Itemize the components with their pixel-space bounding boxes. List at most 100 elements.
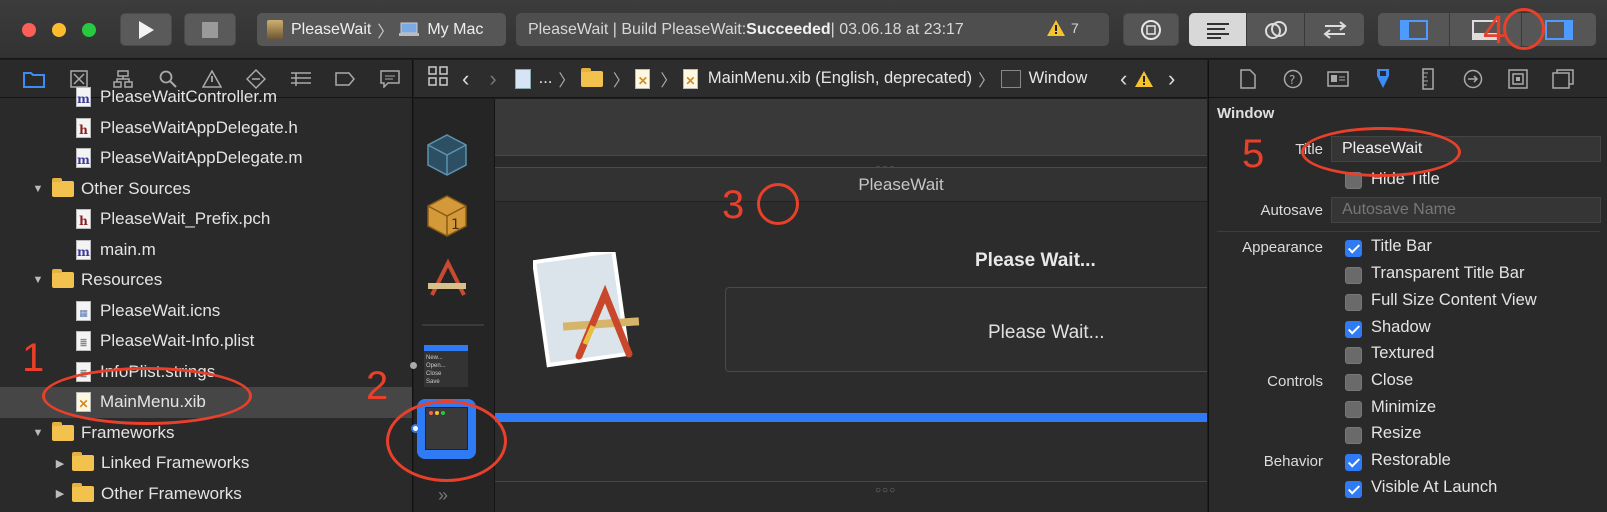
autosave-field[interactable]: Autosave Name — [1331, 197, 1601, 223]
tree-item-pleasewaitcontroller[interactable]: m PleaseWaitController.m — [0, 82, 412, 113]
folder-icon — [72, 482, 94, 502]
disclosure-closed-icon[interactable]: ▶ — [54, 488, 66, 500]
behavior-label: Behavior — [1263, 453, 1323, 470]
full-size-content-view-checkbox[interactable] — [1345, 294, 1362, 311]
minimize-label: Minimize — [1371, 398, 1437, 416]
version-editor-button[interactable] — [1305, 13, 1364, 46]
xib-file-icon: ✕ — [682, 68, 698, 89]
project-navigator: m PleaseWaitController.m h PleaseWaitAppDe… — [0, 60, 413, 512]
minimize-window-button[interactable] — [52, 23, 66, 37]
resize-grip-icon[interactable]: ○○○ — [875, 485, 896, 496]
xib-file-icon[interactable]: ✕ — [635, 68, 651, 89]
textured-checkbox[interactable] — [1345, 347, 1362, 364]
tree-item-appdelegate-h[interactable]: h PleaseWaitAppDelegate.h — [0, 113, 412, 144]
close-window-button[interactable] — [22, 23, 36, 37]
zoom-window-button[interactable] — [82, 23, 96, 37]
disclosure-open-icon[interactable]: ▼ — [32, 274, 44, 286]
icns-file-icon: ▦ — [76, 300, 91, 321]
issue-warning-icon[interactable] — [1134, 70, 1154, 93]
menu-preview-item: New... — [426, 355, 443, 361]
size-inspector-tab[interactable] — [1405, 60, 1450, 98]
document-icon — [1239, 68, 1256, 89]
jumpbar-file[interactable]: MainMenu.xib (English, deprecated) — [708, 69, 972, 88]
window-title: PleaseWait — [858, 174, 944, 194]
disclosure-open-icon[interactable]: ▼ — [32, 183, 44, 195]
first-responder-cube-icon[interactable]: 1 — [424, 193, 470, 244]
scheme-selector[interactable]: PleaseWait 〉 My Mac — [257, 13, 506, 46]
bindings-inspector-tab[interactable] — [1495, 60, 1540, 98]
window-design[interactable]: PleaseWait Please Wait... Please Wait... — [495, 167, 1207, 499]
app-icon-image — [531, 248, 645, 375]
application-icon[interactable] — [424, 257, 470, 308]
run-button[interactable] — [120, 13, 172, 46]
progress-indicator[interactable] — [495, 413, 1207, 422]
tree-item-main-m[interactable]: m main.m — [0, 235, 412, 266]
back-arrow-icon[interactable]: ‹ — [462, 66, 469, 92]
id-card-icon — [1326, 70, 1349, 87]
question-icon: ? — [1283, 69, 1302, 88]
jumpbar-ellipsis[interactable]: ... — [539, 69, 553, 88]
shadow-checkbox[interactable] — [1345, 321, 1362, 338]
tree-item-label: Other Sources — [81, 178, 191, 198]
disclosure-closed-icon[interactable]: ▶ — [54, 457, 66, 470]
warning-icon[interactable] — [1046, 19, 1066, 42]
restorable-label: Restorable — [1371, 451, 1451, 469]
tree-group-other-sources[interactable]: ▼ Other Sources — [0, 174, 412, 205]
menu-preview-item: Close — [426, 371, 442, 377]
tree-item-appdelegate-m[interactable]: m PleaseWaitAppDelegate.m — [0, 143, 412, 174]
canvas-bar-top — [495, 155, 1207, 167]
project-file-icon[interactable] — [514, 68, 531, 89]
attributes-inspector-tab[interactable] — [1360, 60, 1405, 98]
related-items-icon[interactable] — [428, 66, 448, 91]
tree-group-frameworks[interactable]: ▼ Frameworks — [0, 418, 412, 449]
transparent-title-bar-checkbox[interactable] — [1345, 267, 1362, 284]
visible-at-launch-checkbox[interactable] — [1345, 481, 1362, 498]
folder-icon — [72, 452, 94, 472]
dock-separator — [422, 324, 484, 326]
autosave-placeholder: Autosave Name — [1342, 201, 1456, 218]
toggle-navigator-button[interactable] — [1378, 13, 1450, 46]
close-checkbox[interactable] — [1345, 374, 1362, 391]
path-separator-icon: 〉 — [612, 71, 630, 90]
folder-icon — [52, 421, 74, 441]
resize-checkbox[interactable] — [1345, 427, 1362, 444]
help-inspector-tab[interactable]: ? — [1270, 60, 1315, 98]
tree-group-linked-frameworks[interactable]: ▶ Linked Frameworks — [0, 448, 412, 479]
please-wait-title-label[interactable]: Please Wait... — [975, 250, 1096, 272]
tree-group-resources[interactable]: ▼ Resources — [0, 265, 412, 296]
forward-arrow-icon[interactable]: › — [489, 66, 496, 92]
files-owner-cube-icon[interactable] — [424, 132, 470, 183]
connections-inspector-tab[interactable] — [1450, 60, 1495, 98]
warning-count: 7 — [1071, 20, 1079, 36]
next-issue-icon[interactable]: › — [1168, 66, 1175, 92]
minimize-checkbox[interactable] — [1345, 401, 1362, 418]
folder-icon[interactable] — [580, 67, 603, 87]
view-effects-inspector-tab[interactable] — [1540, 60, 1585, 98]
previous-issue-icon[interactable]: ‹ — [1120, 66, 1127, 92]
rings-icon — [1264, 20, 1287, 39]
restorable-checkbox[interactable] — [1345, 454, 1362, 471]
arrows-swap-icon — [1322, 20, 1347, 39]
tree-item-prefix-pch[interactable]: h PleaseWait_Prefix.pch — [0, 204, 412, 235]
standard-editor-button[interactable] — [1189, 13, 1247, 46]
breakpoints-button[interactable] — [1123, 13, 1179, 46]
please-wait-box[interactable]: Please Wait... — [725, 287, 1207, 372]
disclosure-open-icon[interactable]: ▼ — [32, 427, 44, 439]
window-titlebar[interactable]: PleaseWait — [495, 168, 1207, 202]
tree-group-other-frameworks[interactable]: ▶ Other Frameworks — [0, 479, 412, 510]
menu-preview-item: Open... — [426, 363, 446, 369]
stop-icon — [202, 21, 218, 38]
tree-item-icns[interactable]: ▦ PleaseWait.icns — [0, 296, 412, 327]
assistant-editor-button[interactable] — [1247, 13, 1305, 46]
expand-outline-icon[interactable]: » — [438, 485, 448, 506]
file-inspector-tab[interactable] — [1225, 60, 1270, 98]
transparent-title-bar-label: Transparent Title Bar — [1371, 264, 1525, 282]
svg-text:1: 1 — [451, 217, 460, 233]
jumpbar-object[interactable]: Window — [1029, 69, 1088, 88]
tree-item-info-plist[interactable]: ≣ PleaseWait-Info.plist — [0, 326, 412, 357]
identity-inspector-tab[interactable] — [1315, 60, 1360, 98]
main-menu-object[interactable]: New... Open... Close Save — [424, 345, 468, 387]
stop-button[interactable] — [184, 13, 236, 46]
right-panel-icon — [1545, 19, 1573, 40]
title-bar-checkbox[interactable] — [1345, 240, 1362, 257]
